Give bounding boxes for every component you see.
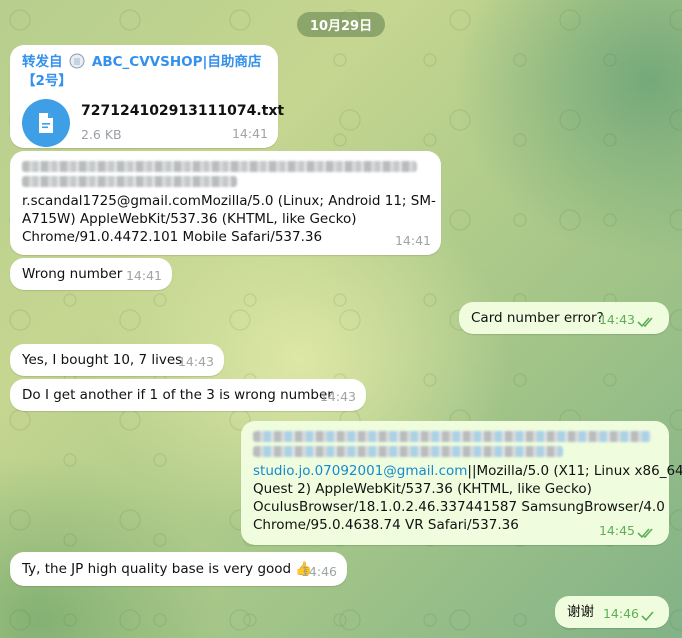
message-bubble-ua-outgoing[interactable]: studio.jo.07092001@gmail.com||Mozilla/5.…: [241, 421, 682, 545]
message-bubble-bought[interactable]: Yes, I bought 10, 7 lives 14:43: [10, 344, 224, 376]
message-text: Wrong number: [22, 266, 123, 282]
message-text: Ty, the JP high quality base is very goo…: [22, 561, 292, 577]
redacted-line: [22, 176, 237, 187]
date-label: 10月29日: [309, 19, 373, 34]
message-text: Do I get another if 1 of the 3 is wrong …: [22, 387, 333, 403]
message-line: r.scandal1725@gmail.comMozilla/5.0 (Linu…: [22, 193, 436, 209]
forwarded-source: ABC_CVVSHOP|自助商店: [91, 54, 262, 70]
forwarded-header[interactable]: 转发自 ABC_CVVSHOP|自助商店 【2号】: [22, 53, 266, 91]
message-bubble-wrong-number[interactable]: Wrong number 14:41: [10, 258, 172, 290]
file-name[interactable]: 727124102913111074.txt: [81, 102, 284, 120]
message-line: Chrome/95.0.4638.74 VR Safari/537.36: [253, 517, 519, 533]
message-time: 14:41: [394, 233, 431, 248]
message-line: Chrome/91.0.4472.101 Mobile Safari/537.3…: [22, 229, 323, 245]
document-icon[interactable]: [22, 99, 70, 147]
message-time: 14:43: [598, 312, 635, 327]
message-line: Quest 2) AppleWebKit/537.36 (KHTML, like…: [253, 481, 592, 497]
message-time: 14:46: [602, 606, 639, 621]
message-text: Yes, I bought 10, 7 lives: [22, 352, 183, 368]
date-separator: 10月29日: [297, 12, 385, 37]
message-time: 14:43: [319, 389, 356, 404]
message-line: OculusBrowser/18.1.0.2.46.337441587 Sams…: [253, 499, 665, 515]
forwarded-source-suffix: 【2号】: [22, 73, 72, 89]
message-line: ||Mozilla/5.0 (X11; Linux x86_64;: [467, 463, 682, 479]
message-time: 14:41: [125, 268, 162, 283]
message-bubble-ua[interactable]: r.scandal1725@gmail.comMozilla/5.0 (Linu…: [10, 151, 441, 255]
redacted-line: [253, 431, 651, 442]
message-text: Card number error?: [471, 310, 604, 326]
channel-avatar-icon: [69, 53, 85, 69]
email-link[interactable]: studio.jo.07092001@gmail.com: [253, 463, 467, 479]
double-check-icon: [637, 528, 653, 539]
forwarded-prefix: 转发自: [22, 54, 63, 70]
redacted-line: [253, 446, 563, 457]
message-bubble-thanks-in[interactable]: Ty, the JP high quality base is very goo…: [10, 552, 347, 586]
message-time: 14:45: [598, 523, 635, 538]
message-time: 14:41: [231, 126, 268, 141]
message-time: 14:46: [300, 564, 337, 579]
double-check-icon: [637, 317, 653, 328]
message-time: 14:43: [177, 354, 214, 369]
message-bubble-xiexie[interactable]: 谢谢 14:46: [555, 596, 669, 628]
check-icon: [641, 611, 654, 622]
message-bubble-card-error[interactable]: Card number error? 14:43: [459, 302, 669, 334]
redacted-line: [22, 161, 417, 172]
forwarded-file-message[interactable]: 转发自 ABC_CVVSHOP|自助商店 【2号】 72712410291311…: [10, 45, 284, 148]
message-bubble-another[interactable]: Do I get another if 1 of the 3 is wrong …: [10, 379, 366, 411]
message-text: 谢谢: [567, 604, 594, 620]
message-line: A715W) AppleWebKit/537.36 (KHTML, like G…: [22, 211, 357, 227]
